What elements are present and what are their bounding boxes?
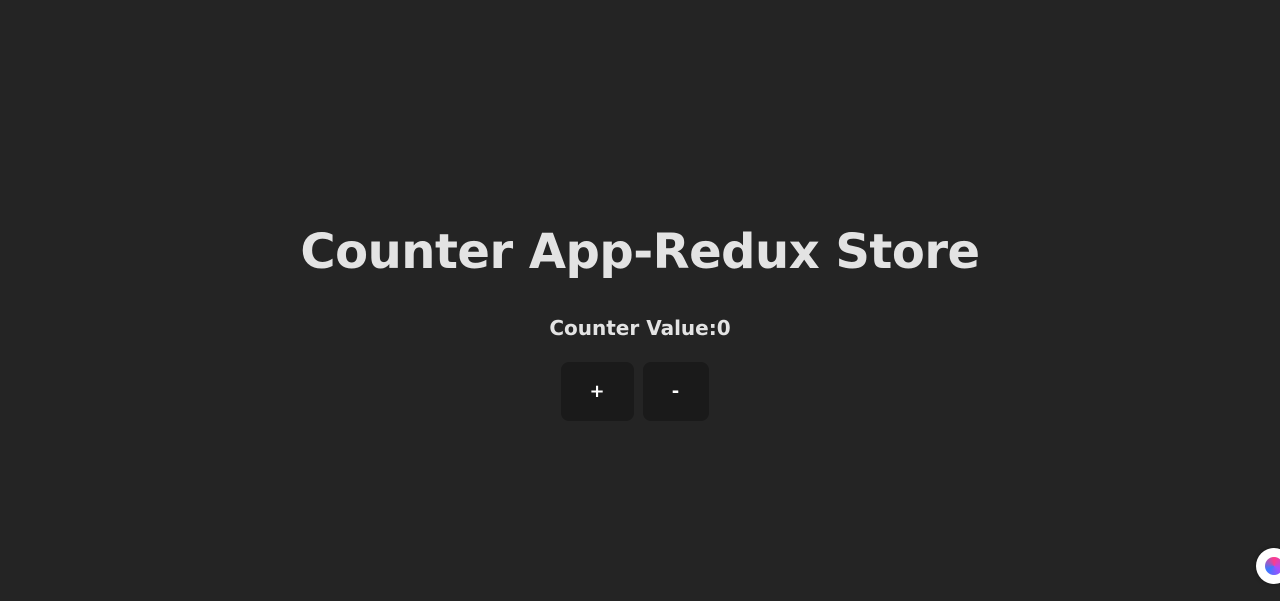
counter-controls: + - <box>0 362 1280 421</box>
increment-button[interactable]: + <box>560 362 634 421</box>
extension-logo-icon <box>1265 557 1280 575</box>
counter-app: Counter App-Redux Store Counter Value:0 … <box>0 0 1280 601</box>
decrement-button[interactable]: - <box>642 362 709 421</box>
floating-extension-button[interactable] <box>1256 548 1280 584</box>
page-title: Counter App-Redux Store <box>300 224 980 280</box>
counter-value: Counter Value:0 <box>549 316 731 340</box>
